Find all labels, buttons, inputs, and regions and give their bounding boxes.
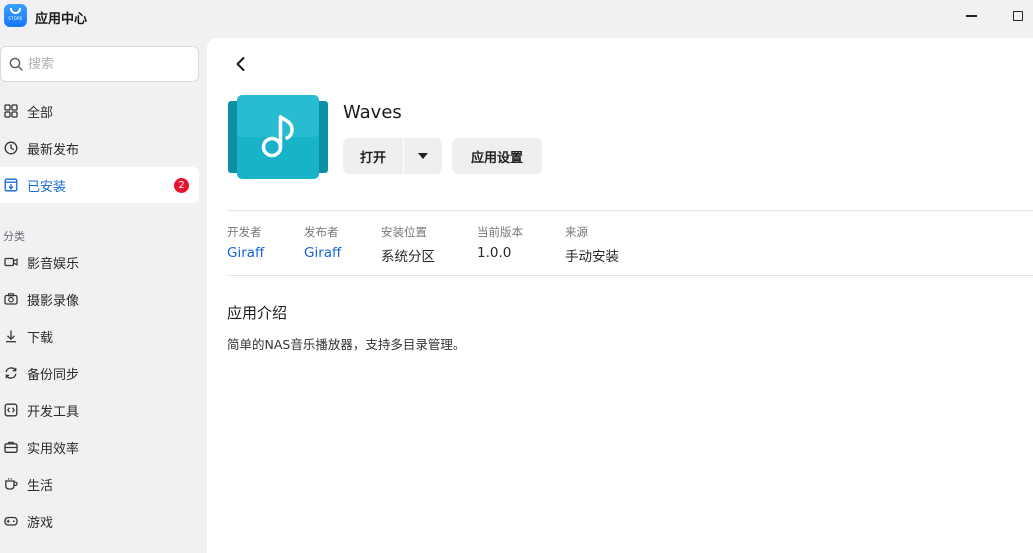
sidebar-item-label: 备份同步 bbox=[27, 368, 80, 383]
developer-link[interactable]: Giraff bbox=[227, 245, 264, 261]
sidebar-item-all[interactable]: 全部 bbox=[0, 93, 199, 129]
installed-download-box-icon bbox=[4, 178, 18, 192]
meta-version: 当前版本 1.0.0 bbox=[477, 224, 523, 261]
meta-label: 开发者 bbox=[227, 225, 262, 239]
app-name: Waves bbox=[343, 102, 402, 123]
meta-source: 来源 手动安装 bbox=[565, 224, 619, 265]
divider bbox=[227, 210, 1033, 211]
app-store-logo-icon: STORE bbox=[4, 4, 27, 27]
sidebar-item-download[interactable]: 下载 bbox=[0, 318, 199, 354]
coffee-cup-icon bbox=[5, 478, 18, 490]
sidebar-item-installed[interactable]: 已安装 2 bbox=[0, 167, 199, 203]
category-section-label: 分类 bbox=[3, 230, 25, 243]
sidebar-item-label: 摄影录像 bbox=[27, 294, 80, 309]
meta-label: 来源 bbox=[565, 225, 588, 239]
app-settings-button[interactable]: 应用设置 bbox=[452, 138, 542, 174]
code-box-icon bbox=[4, 403, 18, 417]
intro-text: 简单的NAS音乐播放器，支持多目录管理。 bbox=[227, 337, 466, 352]
sidebar-item-media[interactable]: 影音娱乐 bbox=[0, 244, 199, 280]
clock-icon bbox=[4, 141, 18, 155]
grid-icon bbox=[4, 104, 18, 118]
meta-install-location: 安装位置 系统分区 bbox=[381, 224, 435, 265]
title-bar: STORE 应用中心 bbox=[0, 0, 1033, 36]
sidebar-item-label: 开发工具 bbox=[27, 405, 80, 420]
meta-value: 1.0.0 bbox=[477, 245, 512, 261]
briefcase-icon bbox=[4, 441, 18, 453]
search-input[interactable] bbox=[28, 54, 188, 74]
sidebar-item-latest[interactable]: 最新发布 bbox=[0, 130, 199, 166]
meta-value: 系统分区 bbox=[381, 249, 435, 265]
logo-text: STORE bbox=[8, 15, 23, 21]
sidebar-item-label: 影音娱乐 bbox=[27, 257, 80, 272]
camera-icon bbox=[4, 293, 18, 305]
sidebar-item-label: 全部 bbox=[27, 106, 54, 121]
window-title: 应用中心 bbox=[35, 12, 88, 27]
meta-publisher: 发布者 Giraff bbox=[304, 224, 341, 261]
download-arrow-icon bbox=[6, 330, 16, 343]
video-camera-icon bbox=[4, 257, 18, 267]
back-arrow-icon[interactable] bbox=[231, 54, 251, 74]
open-button-group: 打开 bbox=[343, 138, 442, 174]
open-dropdown-button[interactable] bbox=[404, 138, 442, 174]
publisher-link[interactable]: Giraff bbox=[304, 245, 341, 261]
installed-count-badge: 2 bbox=[174, 178, 189, 193]
sidebar-item-label: 已安装 bbox=[27, 180, 67, 195]
sidebar-item-label: 游戏 bbox=[27, 516, 54, 531]
maximize-button[interactable] bbox=[1010, 8, 1026, 24]
app-detail-panel: Waves 打开 应用设置 开发者 Giraff 发布者 Giraff 安装位置… bbox=[207, 38, 1033, 553]
sidebar-item-productivity[interactable]: 实用效率 bbox=[0, 429, 199, 465]
meta-developer: 开发者 Giraff bbox=[227, 224, 264, 261]
search-box[interactable] bbox=[0, 46, 199, 82]
intro-title: 应用介绍 bbox=[227, 304, 288, 322]
meta-value: 手动安装 bbox=[565, 249, 619, 265]
maximize-icon bbox=[1013, 11, 1023, 21]
sidebar-item-label: 下载 bbox=[27, 331, 54, 346]
caret-down-icon bbox=[418, 153, 428, 159]
sidebar-item-label: 最新发布 bbox=[27, 143, 80, 158]
open-button[interactable]: 打开 bbox=[343, 138, 404, 174]
sync-icon bbox=[5, 367, 17, 379]
sidebar-item-games[interactable]: 游戏 bbox=[0, 503, 199, 539]
waves-app-icon bbox=[228, 95, 328, 179]
sidebar-item-backup[interactable]: 备份同步 bbox=[0, 355, 199, 391]
gamepad-icon bbox=[4, 516, 18, 526]
meta-label: 安装位置 bbox=[381, 225, 427, 239]
meta-label: 发布者 bbox=[304, 225, 339, 239]
sidebar-item-dev-tools[interactable]: 开发工具 bbox=[0, 392, 199, 428]
sidebar: 全部 最新发布 已安装 2 分类 影音娱乐 摄影录像 bbox=[0, 36, 207, 553]
minimize-icon bbox=[965, 15, 977, 17]
meta-label: 当前版本 bbox=[477, 225, 523, 239]
search-icon bbox=[9, 57, 23, 71]
sidebar-item-life[interactable]: 生活 bbox=[0, 466, 199, 502]
sidebar-item-label: 实用效率 bbox=[27, 442, 80, 457]
divider bbox=[227, 275, 1033, 276]
minimize-button[interactable] bbox=[963, 8, 979, 24]
sidebar-item-label: 生活 bbox=[27, 479, 54, 494]
sidebar-item-photo[interactable]: 摄影录像 bbox=[0, 281, 199, 317]
